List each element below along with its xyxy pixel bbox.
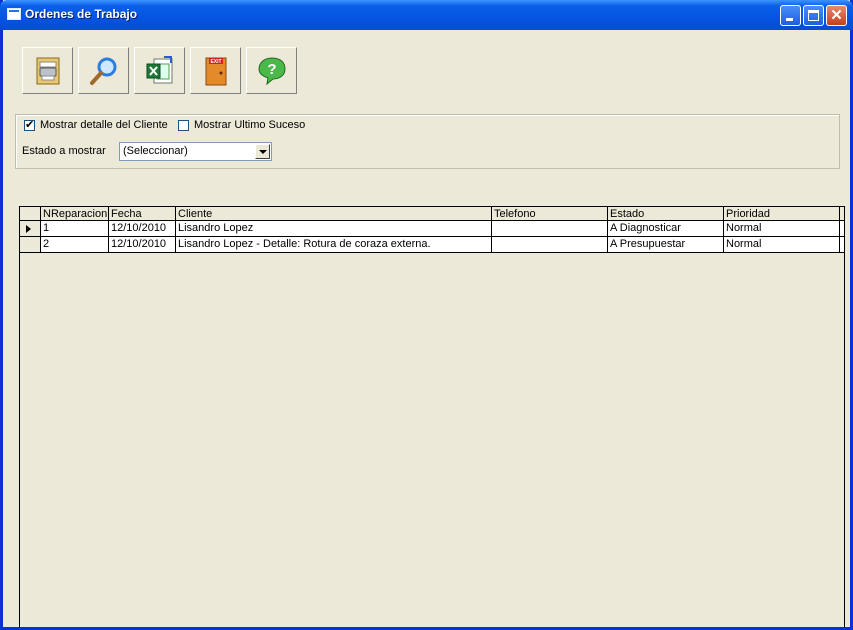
help-button[interactable]: ? [246, 47, 297, 94]
excel-export-icon [146, 56, 173, 84]
window: Ordenes de Trabajo ✕ EXIT ? ✔ Mostrar de… [0, 0, 853, 630]
column-header-extra[interactable] [840, 207, 844, 221]
print-icon [36, 57, 60, 85]
table-row[interactable]: 2 12/10/2010 Lisandro Lopez - Detalle: R… [20, 237, 844, 253]
state-select-value: (Seleccionar) [123, 145, 188, 157]
column-header-nreparacion[interactable]: NReparacion [41, 207, 109, 221]
close-button[interactable]: ✕ [826, 5, 847, 26]
cell-fecha[interactable]: 12/10/2010 [109, 221, 176, 237]
show-last-event-checkbox[interactable] [178, 120, 189, 131]
row-selector-header [20, 207, 41, 221]
show-client-detail-checkbox[interactable]: ✔ [24, 119, 35, 131]
state-select[interactable]: (Seleccionar) [119, 142, 272, 161]
checkmark-icon: ✔ [25, 119, 35, 131]
column-header-cliente[interactable]: Cliente [176, 207, 492, 221]
search-button[interactable] [78, 47, 129, 94]
cell-prioridad[interactable]: Normal [724, 221, 840, 237]
exit-icon-text: EXIT [210, 59, 221, 65]
work-orders-grid[interactable]: NReparacion Fecha Cliente Telefono Estad… [19, 206, 845, 627]
cell-estado[interactable]: A Diagnosticar [608, 221, 724, 237]
cell-prioridad[interactable]: Normal [724, 237, 840, 253]
help-icon: ? [258, 57, 286, 86]
column-header-fecha[interactable]: Fecha [109, 207, 176, 221]
column-header-prioridad[interactable]: Prioridad [724, 207, 840, 221]
cell-extra[interactable] [840, 237, 844, 253]
current-row-arrow-icon [26, 225, 31, 233]
cell-cliente[interactable]: Lisandro Lopez [176, 221, 492, 237]
column-header-telefono[interactable]: Telefono [492, 207, 608, 221]
minimize-button[interactable] [780, 5, 801, 26]
cell-cliente[interactable]: Lisandro Lopez - Detalle: Rotura de cora… [176, 237, 492, 253]
cell-extra[interactable] [840, 221, 844, 237]
cell-fecha[interactable]: 12/10/2010 [109, 237, 176, 253]
print-button[interactable] [22, 47, 73, 94]
cell-telefono[interactable] [492, 221, 608, 237]
close-icon: ✕ [830, 7, 843, 24]
row-selector[interactable] [20, 221, 41, 237]
search-icon [90, 57, 117, 85]
minimize-icon [786, 18, 793, 21]
show-last-event-label: Mostrar Ultimo Suceso [194, 119, 306, 131]
state-label: Estado a mostrar [22, 145, 106, 157]
window-app-icon [7, 8, 21, 20]
cell-nreparacion[interactable]: 1 [41, 221, 109, 237]
help-icon-text: ? [267, 61, 276, 78]
title-bar[interactable]: Ordenes de Trabajo ✕ [0, 0, 853, 30]
maximize-button[interactable] [803, 5, 824, 26]
cell-estado[interactable]: A Presupuestar [608, 237, 724, 253]
export-excel-button[interactable] [134, 47, 185, 94]
table-row[interactable]: 1 12/10/2010 Lisandro Lopez A Diagnostic… [20, 221, 844, 237]
cell-telefono[interactable] [492, 237, 608, 253]
maximize-icon [808, 10, 819, 21]
column-header-estado[interactable]: Estado [608, 207, 724, 221]
show-client-detail-label: Mostrar detalle del Cliente [40, 119, 168, 131]
exit-button[interactable]: EXIT [190, 47, 241, 94]
chevron-down-icon[interactable] [255, 144, 270, 159]
row-selector[interactable] [20, 237, 41, 253]
window-title: Ordenes de Trabajo [25, 7, 138, 21]
exit-door-icon: EXIT [205, 57, 227, 86]
cell-nreparacion[interactable]: 2 [41, 237, 109, 253]
